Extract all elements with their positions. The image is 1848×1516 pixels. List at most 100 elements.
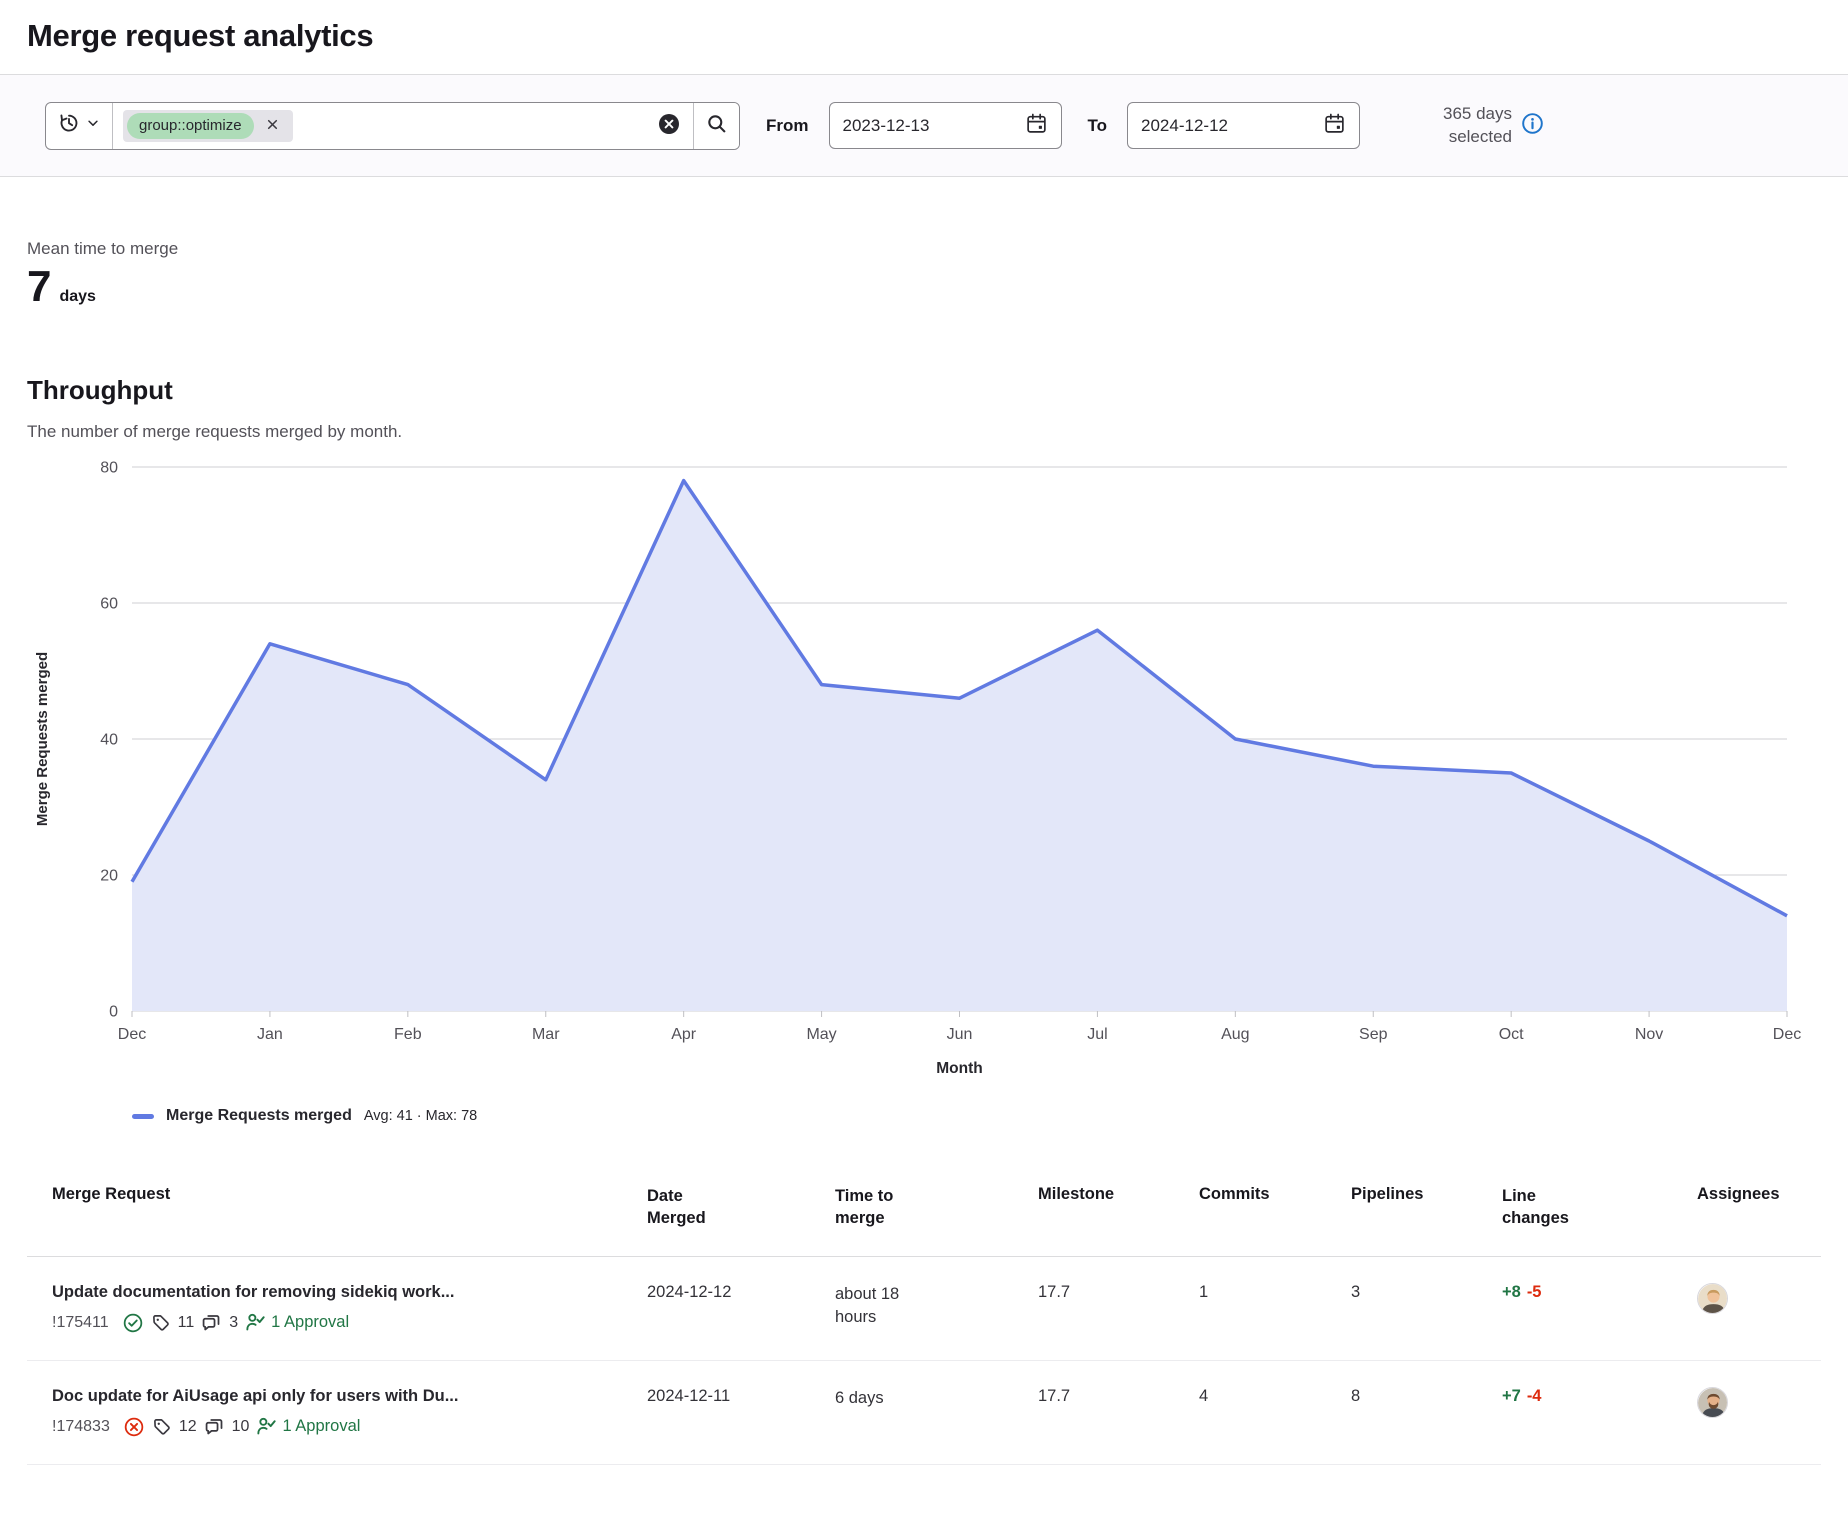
deletions: -4 [1527, 1387, 1542, 1405]
mr-meta: !175411 [52, 1312, 639, 1334]
labels-count: 12 [179, 1418, 197, 1436]
svg-text:Mar: Mar [532, 1026, 560, 1043]
svg-text:Dec: Dec [1773, 1026, 1801, 1043]
svg-text:40: 40 [100, 732, 118, 749]
throughput-description: The number of merge requests merged by m… [27, 422, 1821, 442]
throughput-section: Throughput The number of merge requests … [0, 375, 1848, 1125]
chart-legend: Merge Requests merged Avg: 41 · Max: 78 [132, 1107, 1821, 1125]
label-icon [152, 1417, 172, 1437]
svg-text:Month: Month [936, 1060, 982, 1077]
days-selected-text: 365 days selected [1428, 103, 1512, 149]
col-pipelines: Pipelines [1351, 1177, 1502, 1256]
svg-text:60: 60 [100, 596, 118, 613]
metric-label: Mean time to merge [27, 239, 1821, 259]
mr-id: !174833 [52, 1418, 110, 1436]
col-time-to-merge: Time to merge [835, 1177, 1038, 1256]
mr-title-link[interactable]: Doc update for AiUsage api only for user… [52, 1387, 639, 1406]
additions: +7 [1502, 1387, 1521, 1405]
milestone-cell: 17.7 [1038, 1360, 1199, 1464]
svg-text:20: 20 [100, 868, 118, 885]
calendar-icon [1323, 112, 1346, 140]
col-line-changes: Line changes [1502, 1177, 1697, 1256]
pipelines-cell: 3 [1351, 1256, 1502, 1360]
col-milestone: Milestone [1038, 1177, 1199, 1256]
avatar [1697, 1387, 1728, 1418]
svg-text:Aug: Aug [1221, 1026, 1249, 1043]
svg-text:Apr: Apr [671, 1026, 697, 1043]
svg-text:Feb: Feb [394, 1026, 422, 1043]
close-icon [264, 116, 281, 136]
from-date-input[interactable]: 2023-12-13 [829, 102, 1062, 149]
status-merged-icon [122, 1312, 144, 1334]
mr-title-link[interactable]: Update documentation for removing sideki… [52, 1283, 639, 1302]
svg-text:Jul: Jul [1087, 1026, 1107, 1043]
search-button[interactable] [693, 103, 739, 149]
labels-count: 11 [178, 1314, 195, 1332]
approval-icon [256, 1416, 277, 1437]
svg-text:Jan: Jan [257, 1026, 283, 1043]
filtered-search-box: group::optimize [45, 102, 740, 150]
to-label: To [1088, 116, 1108, 136]
clear-search-button[interactable] [645, 103, 693, 149]
table-header-row: Merge Request Date Merged Time to merge … [27, 1177, 1821, 1256]
svg-text:Merge Requests merged: Merge Requests merged [34, 652, 51, 826]
line-changes-cell: +8 -5 [1502, 1256, 1697, 1360]
filter-token: group::optimize [123, 110, 293, 142]
from-label: From [766, 116, 809, 136]
throughput-heading: Throughput [27, 375, 1821, 406]
approvals-text: 1 Approval [271, 1313, 349, 1332]
legend-series-stats: Avg: 41 · Max: 78 [364, 1108, 477, 1124]
search-history-button[interactable] [46, 103, 113, 149]
date-merged-cell: 2024-12-12 [647, 1256, 835, 1360]
date-merged-cell: 2024-12-11 [647, 1360, 835, 1464]
metric-value: 7 [27, 265, 51, 309]
svg-text:Sep: Sep [1359, 1026, 1388, 1043]
time-to-merge-cell: 6 days [835, 1387, 945, 1410]
remove-token-button[interactable] [256, 112, 289, 140]
svg-text:Dec: Dec [118, 1026, 146, 1043]
history-icon [58, 112, 80, 139]
pipelines-cell: 8 [1351, 1360, 1502, 1464]
to-date-input[interactable]: 2024-12-12 [1127, 102, 1360, 149]
col-merge-request: Merge Request [27, 1177, 647, 1256]
page-title: Merge request analytics [0, 0, 1848, 74]
merge-request-analytics-page: Merge request analytics [0, 0, 1848, 1516]
chevron-down-icon [86, 116, 100, 135]
col-date-merged: Date Merged [647, 1177, 835, 1256]
to-date-value: 2024-12-12 [1141, 116, 1228, 136]
calendar-icon [1025, 112, 1048, 140]
from-date-value: 2023-12-13 [843, 116, 930, 136]
metric-unit: days [59, 288, 95, 306]
line-changes-cell: +7 -4 [1502, 1360, 1697, 1464]
merge-request-table: Merge Request Date Merged Time to merge … [27, 1177, 1821, 1465]
svg-text:80: 80 [100, 460, 118, 477]
legend-series-swatch [132, 1114, 154, 1119]
additions: +8 [1502, 1283, 1521, 1301]
mean-time-to-merge-metric: Mean time to merge 7 days [0, 239, 1848, 309]
legend-series-label: Merge Requests merged [166, 1107, 352, 1125]
col-assignees: Assignees [1697, 1177, 1821, 1256]
label-icon [151, 1313, 171, 1333]
col-commits: Commits [1199, 1177, 1351, 1256]
time-to-merge-cell: about 18 hours [835, 1283, 945, 1329]
svg-text:0: 0 [109, 1004, 118, 1021]
mr-id: !175411 [52, 1314, 109, 1332]
clear-circle-icon [657, 112, 681, 139]
milestone-cell: 17.7 [1038, 1256, 1199, 1360]
table-row: Doc update for AiUsage api only for user… [27, 1360, 1821, 1464]
svg-text:May: May [806, 1026, 836, 1043]
search-input[interactable]: group::optimize [113, 103, 645, 149]
comments-icon [201, 1312, 222, 1333]
filter-token-label: group::optimize [127, 113, 254, 139]
filter-bar: group::optimize [0, 74, 1848, 177]
deletions: -5 [1527, 1283, 1542, 1301]
avatar [1697, 1283, 1728, 1314]
commits-cell: 4 [1199, 1360, 1351, 1464]
svg-text:Oct: Oct [1499, 1026, 1524, 1043]
info-icon[interactable] [1521, 112, 1544, 140]
comments-icon [204, 1416, 225, 1437]
approvals: 1 Approval [256, 1416, 360, 1437]
svg-text:Jun: Jun [947, 1026, 973, 1043]
comments-count: 3 [229, 1314, 238, 1332]
approvals-text: 1 Approval [282, 1417, 360, 1436]
